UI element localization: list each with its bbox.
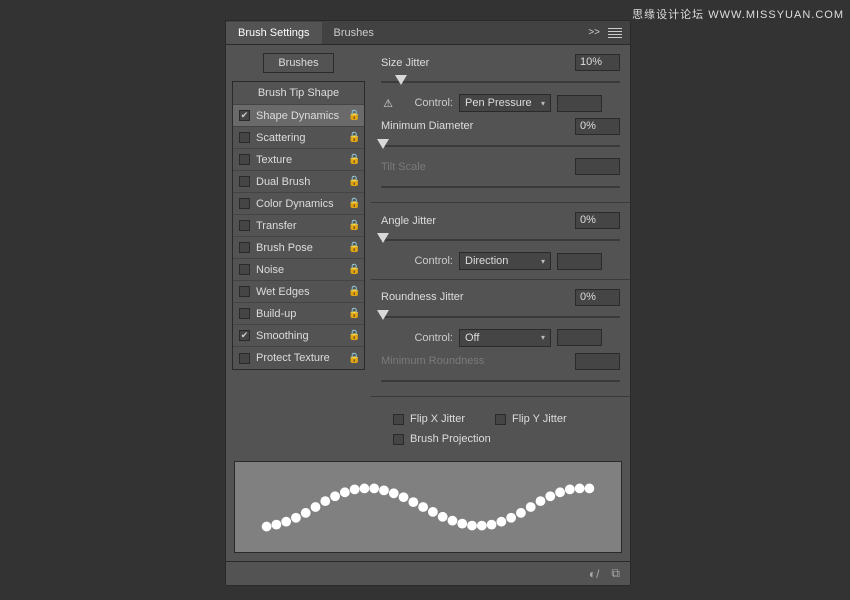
checkbox-icon[interactable] [239, 176, 250, 187]
option-brush-pose[interactable]: Brush Pose🔒 [233, 237, 364, 259]
lock-icon[interactable]: 🔒 [348, 176, 358, 187]
tilt-scale-label: Tilt Scale [381, 161, 569, 173]
lock-icon[interactable]: 🔒 [348, 132, 358, 143]
panel-footer: ◐/ ⧉ [226, 561, 630, 585]
checkbox-icon[interactable] [239, 132, 250, 143]
brush-options-list: Brush Tip Shape Shape Dynamics🔒 Scatteri… [232, 81, 365, 370]
checkbox-icon[interactable] [239, 242, 250, 253]
roundness-jitter-slider[interactable] [381, 311, 620, 322]
min-roundness-slider [381, 375, 620, 386]
brush-projection-checkbox[interactable]: Brush Projection [393, 433, 491, 445]
option-shape-dynamics[interactable]: Shape Dynamics🔒 [233, 105, 364, 127]
brushes-button[interactable]: Brushes [263, 53, 333, 73]
checkbox-icon[interactable] [239, 286, 250, 297]
warning-icon: ⚠ [381, 97, 395, 110]
angle-control-value[interactable] [557, 253, 602, 270]
min-roundness-label: Minimum Roundness [381, 355, 569, 367]
tilt-scale-value [575, 158, 620, 175]
option-color-dynamics[interactable]: Color Dynamics🔒 [233, 193, 364, 215]
tilt-scale-slider [381, 181, 620, 192]
size-jitter-value[interactable]: 10% [575, 54, 620, 71]
lock-icon[interactable]: 🔒 [348, 286, 358, 297]
option-protect-texture[interactable]: Protect Texture🔒 [233, 347, 364, 369]
roundness-control-select[interactable]: Off▾ [459, 329, 551, 347]
lock-icon[interactable]: 🔒 [348, 110, 358, 121]
option-smoothing[interactable]: Smoothing🔒 [233, 325, 364, 347]
lock-icon[interactable]: 🔒 [348, 353, 358, 364]
angle-jitter-label: Angle Jitter [381, 215, 569, 227]
lock-icon[interactable]: 🔒 [348, 242, 358, 253]
panel-tabs: Brush Settings Brushes >> [226, 21, 630, 45]
option-dual-brush[interactable]: Dual Brush🔒 [233, 171, 364, 193]
min-diameter-value[interactable]: 0% [575, 118, 620, 135]
tab-brush-settings[interactable]: Brush Settings [226, 22, 322, 44]
toggle-preview-icon[interactable]: ◐/ [589, 567, 600, 581]
min-diameter-slider[interactable] [381, 140, 620, 151]
checkbox-icon[interactable] [239, 308, 250, 319]
lock-icon[interactable]: 🔒 [348, 198, 358, 209]
collapse-icon[interactable]: >> [588, 27, 600, 38]
checkbox-icon[interactable] [239, 353, 250, 364]
roundness-jitter-value[interactable]: 0% [575, 289, 620, 306]
checkbox-icon[interactable] [239, 198, 250, 209]
option-scattering[interactable]: Scattering🔒 [233, 127, 364, 149]
control-label: Control: [401, 332, 453, 344]
option-texture[interactable]: Texture🔒 [233, 149, 364, 171]
option-noise[interactable]: Noise🔒 [233, 259, 364, 281]
checkbox-icon[interactable] [239, 220, 250, 231]
flip-x-checkbox[interactable]: Flip X Jitter [393, 413, 465, 425]
option-build-up[interactable]: Build-up🔒 [233, 303, 364, 325]
roundness-jitter-label: Roundness Jitter [381, 291, 569, 303]
brush-preview [234, 461, 622, 553]
control-label: Control: [401, 97, 453, 109]
checkbox-icon[interactable] [239, 330, 250, 341]
new-preset-icon[interactable]: ⧉ [611, 566, 620, 581]
flip-y-checkbox[interactable]: Flip Y Jitter [495, 413, 567, 425]
control-label: Control: [401, 255, 453, 267]
size-jitter-slider[interactable] [381, 76, 620, 87]
checkbox-icon[interactable] [239, 110, 250, 121]
angle-jitter-value[interactable]: 0% [575, 212, 620, 229]
min-roundness-value [575, 353, 620, 370]
brush-settings-panel: Brush Settings Brushes >> Brushes Brush … [225, 20, 631, 586]
lock-icon[interactable]: 🔒 [348, 330, 358, 341]
angle-control-select[interactable]: Direction▾ [459, 252, 551, 270]
panel-menu-icon[interactable] [608, 28, 622, 38]
settings-area: Size Jitter 10% ⚠ Control: Pen Pressure▾ Mi… [371, 45, 630, 453]
tab-brushes[interactable]: Brushes [322, 22, 386, 44]
size-control-value[interactable] [557, 95, 602, 112]
brush-tip-shape-item[interactable]: Brush Tip Shape [233, 82, 364, 105]
options-sidebar: Brushes Brush Tip Shape Shape Dynamics🔒 … [226, 45, 371, 453]
checkbox-icon[interactable] [239, 264, 250, 275]
checkbox-icon[interactable] [239, 154, 250, 165]
option-transfer[interactable]: Transfer🔒 [233, 215, 364, 237]
watermark-text: 思缘设计论坛 WWW.MISSYUAN.COM [632, 6, 844, 22]
lock-icon[interactable]: 🔒 [348, 154, 358, 165]
lock-icon[interactable]: 🔒 [348, 308, 358, 319]
option-wet-edges[interactable]: Wet Edges🔒 [233, 281, 364, 303]
angle-jitter-slider[interactable] [381, 234, 620, 245]
roundness-control-value[interactable] [557, 329, 602, 346]
lock-icon[interactable]: 🔒 [348, 220, 358, 231]
lock-icon[interactable]: 🔒 [348, 264, 358, 275]
size-control-select[interactable]: Pen Pressure▾ [459, 94, 551, 112]
size-jitter-label: Size Jitter [381, 57, 569, 69]
min-diameter-label: Minimum Diameter [381, 120, 569, 132]
